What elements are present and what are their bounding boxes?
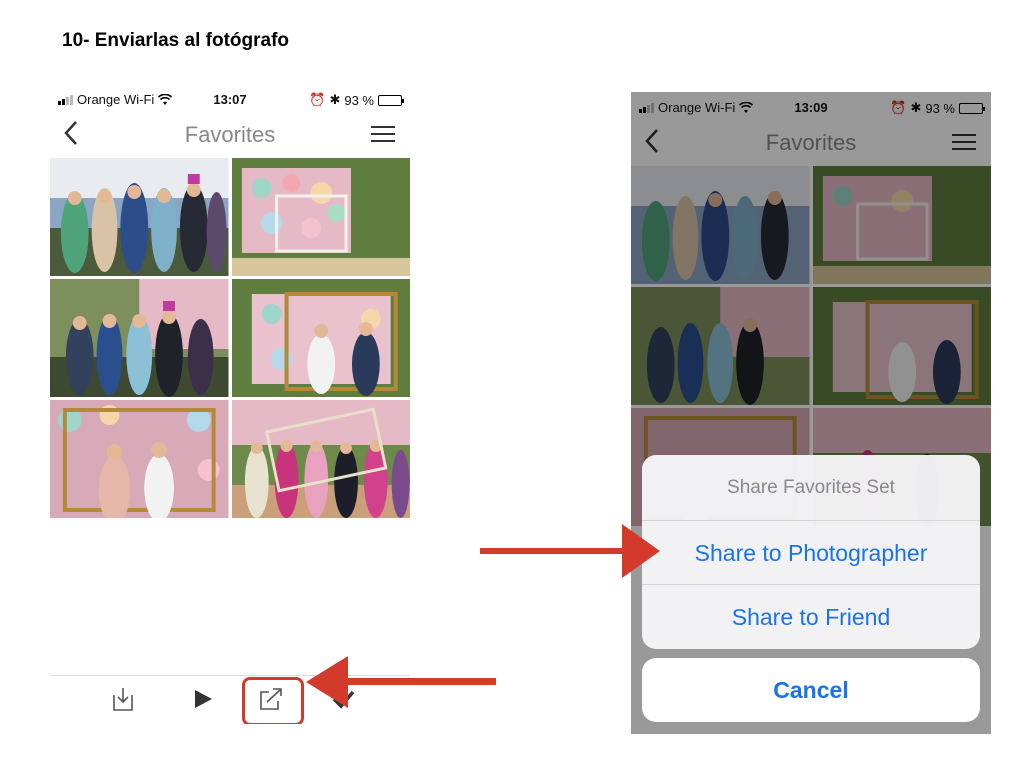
action-sheet-title: Share Favorites Set (642, 455, 980, 521)
arrow-left-annotation (306, 656, 496, 708)
share-action-sheet: Share Favorites Set Share to Photographe… (642, 455, 980, 649)
share-to-friend-button[interactable]: Share to Friend (642, 585, 980, 649)
nav-title: Favorites (184, 122, 276, 147)
navigation-bar: Favorites (50, 112, 410, 156)
battery-icon (378, 94, 404, 106)
alarm-icon: ⏰ (309, 92, 326, 107)
arrow-right-annotation (480, 524, 660, 578)
hamburger-menu-icon[interactable] (370, 124, 396, 144)
status-bar: Orange Wi-Fi 13:07 ⏰ ✱ 93 % (50, 84, 410, 112)
cancel-button[interactable]: Cancel (642, 658, 980, 722)
photo-grid (50, 158, 410, 518)
flower-wall-frame-photo[interactable] (231, 279, 410, 397)
download-icon[interactable] (108, 684, 138, 714)
right-phone-screen: Orange Wi-Fi 13:09 ⏰ ✱ 93 % Favorites Sh… (631, 92, 991, 734)
play-icon[interactable] (188, 684, 218, 714)
party-group-photo[interactable] (50, 279, 229, 397)
page-heading: 10- Enviarlas al fotógrafo (62, 30, 290, 51)
party-group-photo[interactable] (50, 158, 229, 276)
flower-wall-frame-photo[interactable] (50, 400, 229, 518)
flower-wall-frame-photo[interactable] (231, 158, 410, 276)
battery-label: 93 % (344, 92, 374, 108)
party-group-photo[interactable] (231, 400, 410, 518)
share-to-photographer-button[interactable]: Share to Photographer (642, 521, 980, 585)
bluetooth-icon: ✱ (329, 92, 341, 107)
left-phone-screen: Orange Wi-Fi 13:07 ⏰ ✱ 93 % Favorites (50, 84, 410, 724)
share-highlight-box (242, 677, 304, 724)
